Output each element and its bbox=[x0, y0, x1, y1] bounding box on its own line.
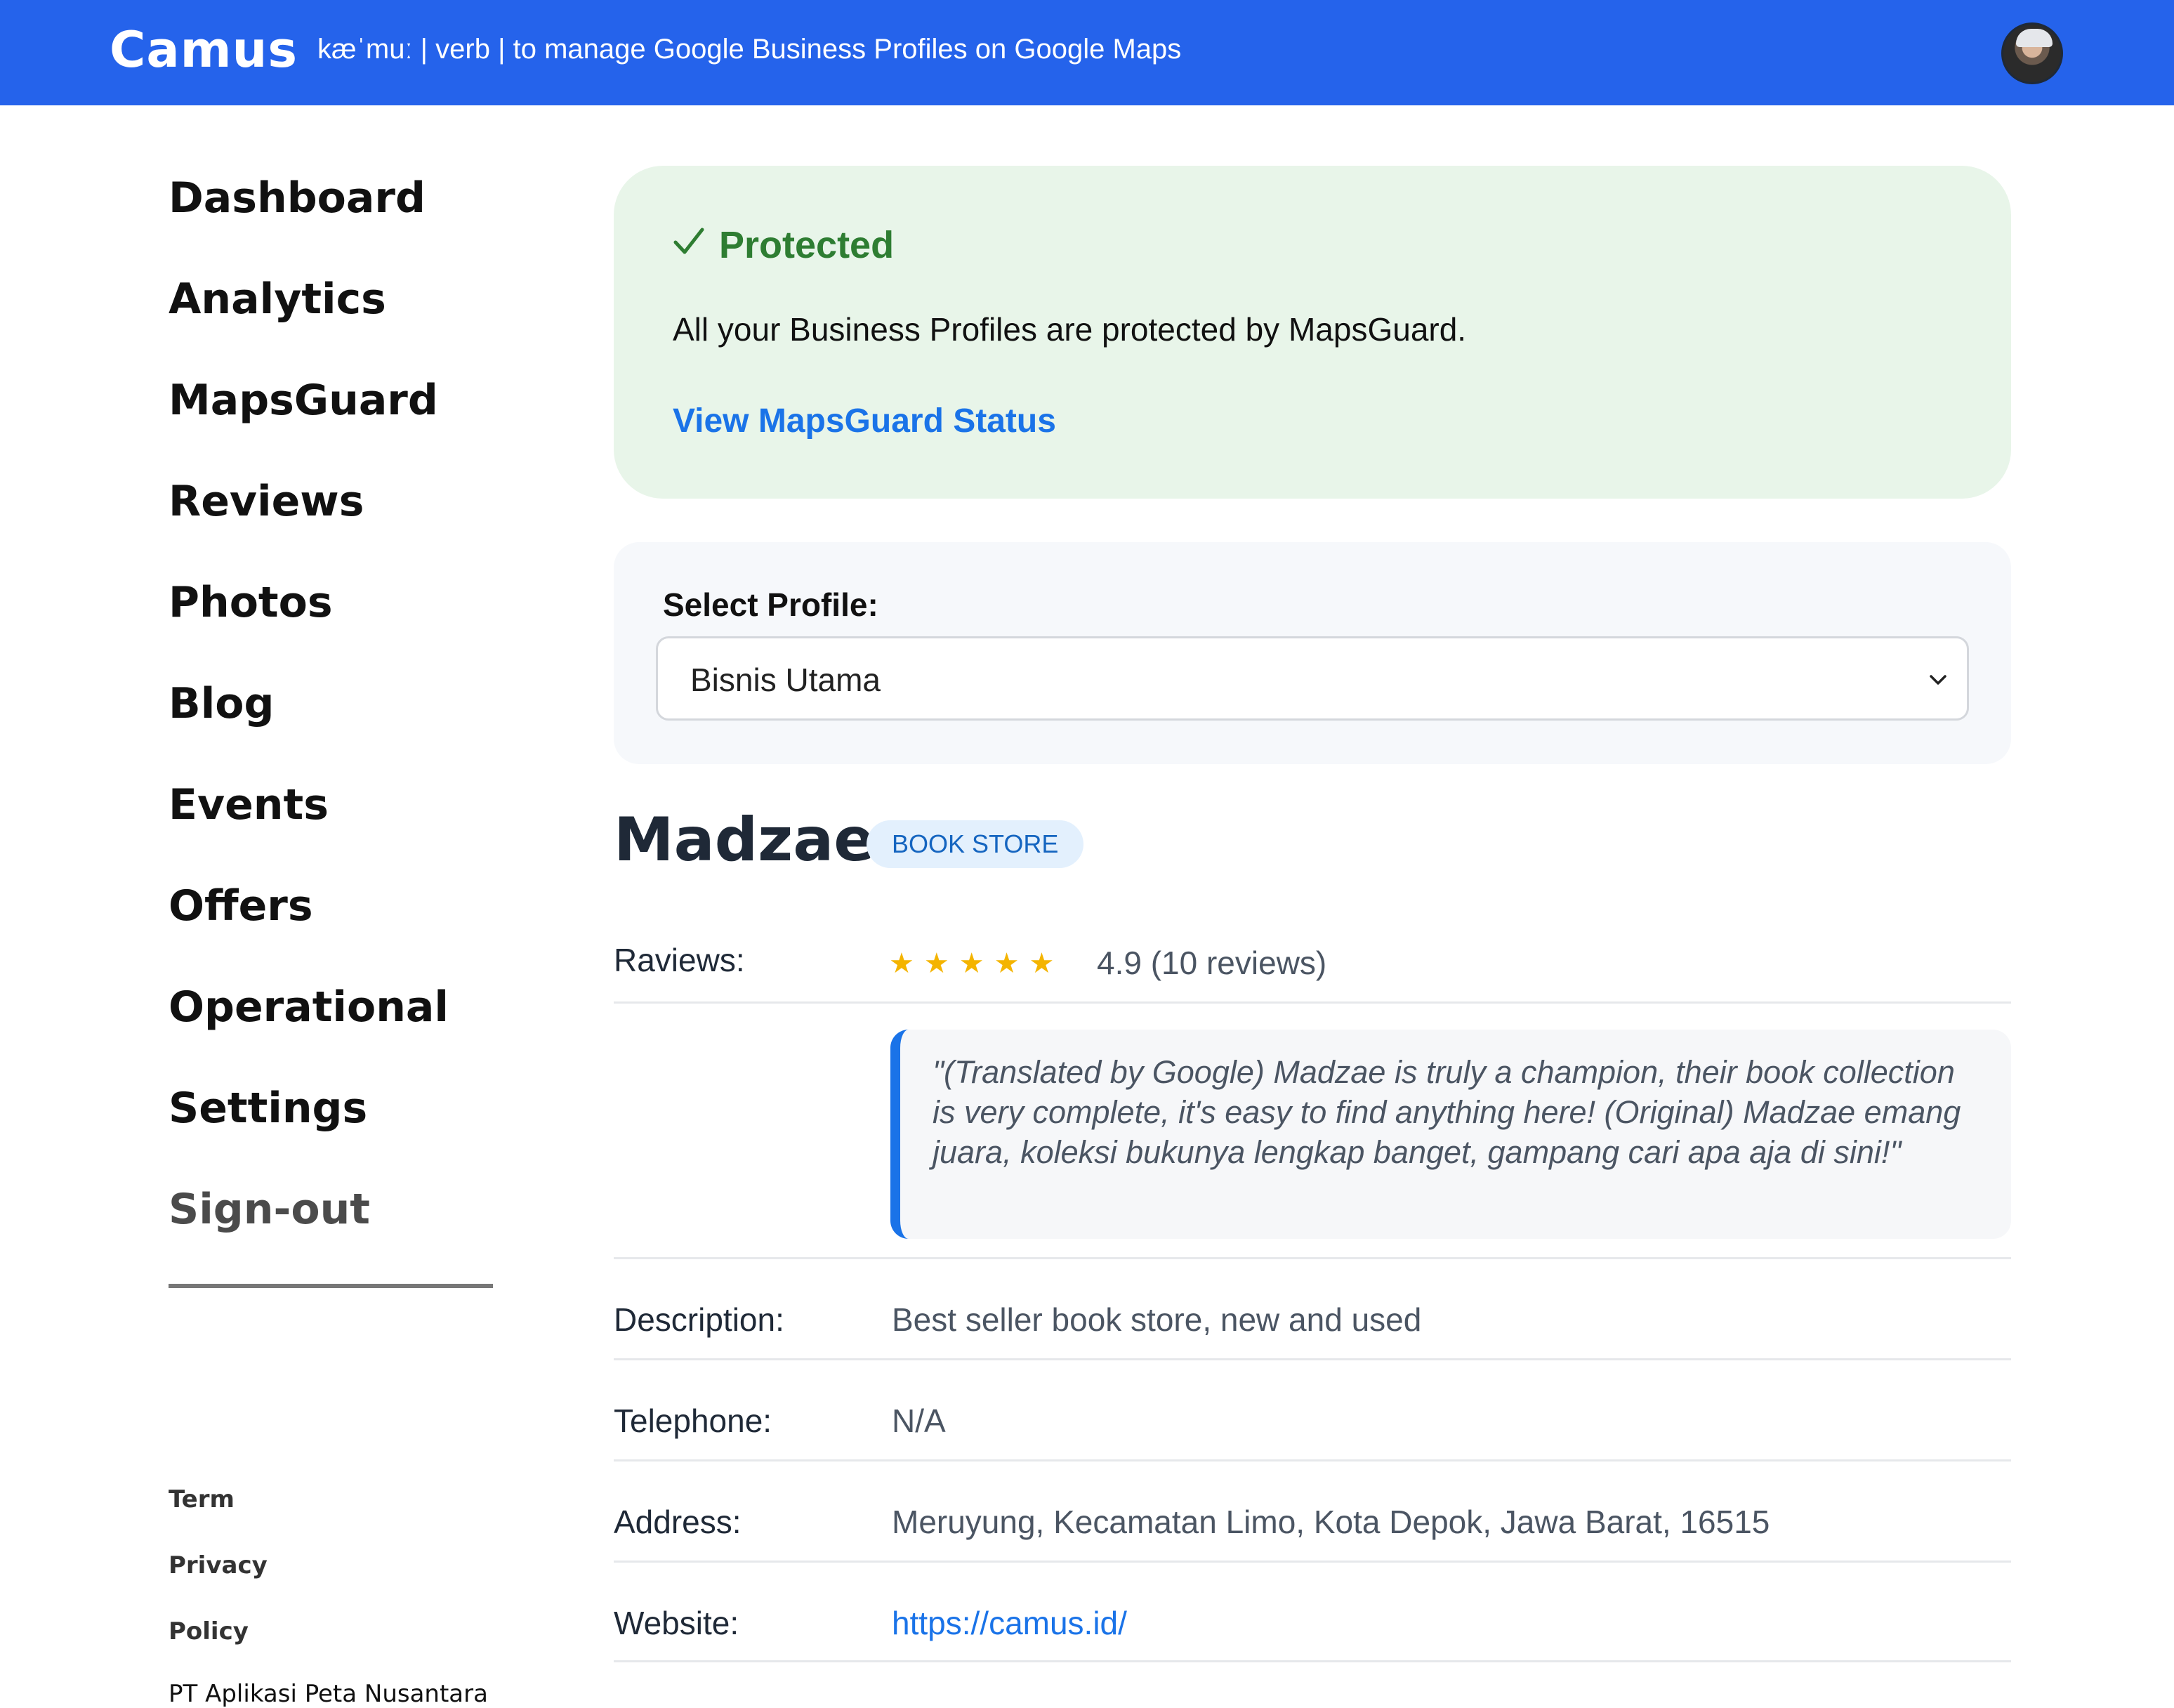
sidebar-item-photos[interactable]: Photos bbox=[169, 566, 534, 667]
sidebar-item-blog[interactable]: Blog bbox=[169, 667, 534, 768]
row-divider bbox=[614, 1660, 2011, 1662]
protected-title-text: Protected bbox=[719, 224, 895, 266]
business-name: Madzae bbox=[614, 805, 875, 875]
review-quote: "(Translated by Google) Madzae is truly … bbox=[890, 1030, 2011, 1239]
row-divider bbox=[614, 1358, 2011, 1360]
star-icon: ★ bbox=[889, 948, 914, 979]
top-bar: Camus kæˈmuː | verb | to manage Google B… bbox=[0, 0, 2174, 105]
profile-select-card: Select Profile: Bisnis Utama bbox=[614, 542, 2011, 764]
sidebar-item-mapsguard[interactable]: MapsGuard bbox=[169, 364, 534, 465]
select-profile-label: Select Profile: bbox=[663, 586, 878, 623]
row-divider bbox=[614, 1561, 2011, 1563]
star-icon: ★ bbox=[958, 948, 984, 979]
check-icon bbox=[673, 223, 705, 267]
website-label: Website: bbox=[614, 1605, 739, 1641]
row-divider bbox=[614, 1001, 2011, 1004]
user-avatar[interactable] bbox=[2001, 22, 2063, 84]
brand-logo[interactable]: Camus bbox=[110, 21, 298, 79]
review-quote-text: "(Translated by Google) Madzae is truly … bbox=[933, 1054, 1961, 1170]
sidebar-item-operational[interactable]: Operational bbox=[169, 971, 534, 1072]
rating-stars: ★ ★ ★ ★ ★ bbox=[889, 947, 1054, 980]
description-label: Description: bbox=[614, 1301, 784, 1338]
profile-select[interactable]: Bisnis Utama bbox=[656, 636, 1969, 721]
address-label: Address: bbox=[614, 1504, 742, 1540]
reviews-label: Raviews: bbox=[614, 942, 745, 978]
sidebar-item-sign-out[interactable]: Sign-out bbox=[169, 1173, 534, 1274]
sidebar-item-reviews[interactable]: Reviews bbox=[169, 465, 534, 566]
telephone-value: N/A bbox=[892, 1402, 946, 1439]
footer-link-term[interactable]: Term bbox=[169, 1482, 268, 1548]
avatar-cap-shape bbox=[2016, 29, 2053, 47]
footer-link-privacy[interactable]: Privacy bbox=[169, 1548, 268, 1614]
category-badge: BOOK STORE bbox=[867, 820, 1084, 868]
star-icon: ★ bbox=[923, 948, 949, 979]
address-value: Meruyung, Kecamatan Limo, Kota Depok, Ja… bbox=[892, 1504, 1770, 1540]
protected-message: All your Business Profiles are protected… bbox=[673, 311, 1467, 348]
sidebar-item-analytics[interactable]: Analytics bbox=[169, 263, 534, 364]
sidebar: Dashboard Analytics MapsGuard Reviews Ph… bbox=[169, 162, 534, 1708]
company-name: PT Aplikasi Peta Nusantara bbox=[169, 1680, 488, 1708]
tagline: kæˈmuː | verb | to manage Google Busines… bbox=[317, 34, 1182, 65]
chevron-down-icon bbox=[1928, 669, 1949, 694]
sidebar-item-offers[interactable]: Offers bbox=[169, 869, 534, 971]
sidebar-item-events[interactable]: Events bbox=[169, 768, 534, 869]
sidebar-item-settings[interactable]: Settings bbox=[169, 1072, 534, 1173]
star-icon: ★ bbox=[1029, 948, 1055, 979]
sidebar-item-dashboard[interactable]: Dashboard bbox=[169, 162, 534, 263]
footer-link-policy[interactable]: Policy bbox=[169, 1614, 268, 1680]
telephone-label: Telephone: bbox=[614, 1402, 772, 1439]
row-divider bbox=[614, 1459, 2011, 1461]
rating-summary: 4.9 (10 reviews) bbox=[1097, 945, 1327, 981]
star-icon: ★ bbox=[994, 948, 1020, 979]
protected-heading: Protected bbox=[673, 223, 894, 267]
website-link[interactable]: https://camus.id/ bbox=[892, 1604, 1127, 1642]
profile-select-value: Bisnis Utama bbox=[690, 662, 881, 698]
description-value: Best seller book store, new and used bbox=[892, 1301, 1422, 1338]
sidebar-divider bbox=[169, 1284, 493, 1288]
mapsguard-status-card: Protected All your Business Profiles are… bbox=[614, 166, 2011, 499]
row-divider bbox=[614, 1257, 2011, 1259]
sidebar-footer-links: Term Privacy Policy bbox=[169, 1482, 268, 1680]
view-mapsguard-status-link[interactable]: View MapsGuard Status bbox=[673, 402, 1056, 440]
